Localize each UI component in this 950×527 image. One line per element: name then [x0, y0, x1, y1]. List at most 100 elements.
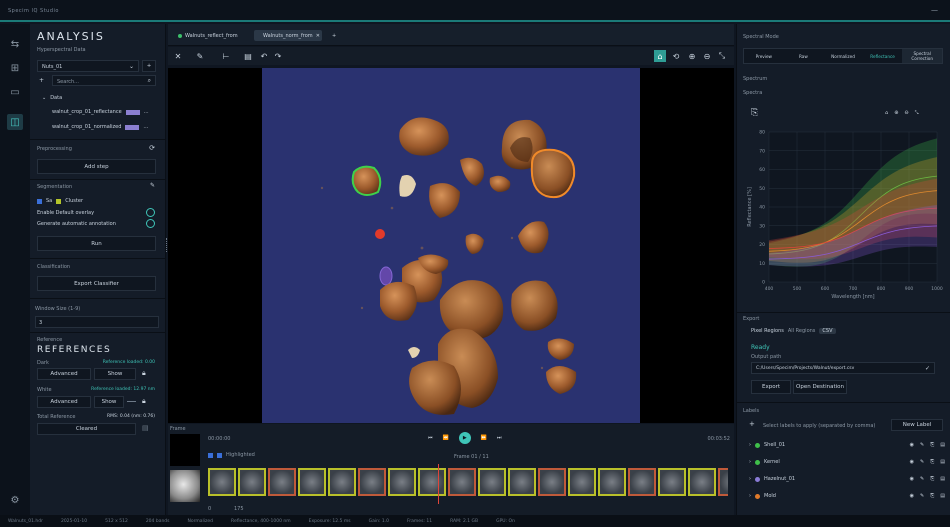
- open-destination-button[interactable]: Open Destination: [793, 380, 847, 394]
- zoom-in-icon[interactable]: ⊕: [686, 50, 698, 62]
- frame-thumbnail[interactable]: [298, 468, 326, 496]
- frame-thumbnail[interactable]: [658, 468, 686, 496]
- output-path-input[interactable]: C:/Users/Specim/Projects/Walnut/export.c…: [751, 362, 935, 374]
- frame-thumbnail[interactable]: [418, 468, 446, 496]
- grid-icon[interactable]: ⊞: [7, 60, 23, 76]
- export-classifier-button[interactable]: Export Classifier: [37, 276, 156, 291]
- frame-thumbnail[interactable]: [448, 468, 476, 496]
- label-row[interactable]: › Hazelnut_01 ◉ ✎ ⎘ ▤: [749, 476, 945, 482]
- undo-icon[interactable]: ↶: [258, 50, 270, 62]
- frame-thumbnail[interactable]: [628, 468, 656, 496]
- lock-icon[interactable]: 🔒︎: [142, 369, 146, 378]
- frame-thumbnail[interactable]: [358, 468, 386, 496]
- label-row[interactable]: › Shell_01 ◉ ✎ ⎘ ▤: [749, 442, 945, 448]
- tree-item[interactable]: walnut_crop_01_normalized…: [52, 124, 156, 130]
- fit-icon[interactable]: ⤡: [915, 110, 919, 116]
- search-input[interactable]: Search... ⌕: [52, 75, 156, 86]
- more-icon[interactable]: …: [143, 124, 148, 130]
- play-icon[interactable]: ▶: [458, 432, 471, 444]
- cursor-icon[interactable]: ✕: [172, 50, 184, 62]
- label-row[interactable]: › Kernel ◉ ✎ ⎘ ▤: [749, 459, 945, 465]
- close-icon[interactable]: ✕: [316, 33, 320, 39]
- settings-icon[interactable]: ⚙: [7, 492, 23, 508]
- toggle-on[interactable]: [146, 219, 155, 228]
- plus-icon[interactable]: +: [39, 77, 44, 84]
- show-button[interactable]: Show: [94, 368, 136, 380]
- tab-reflect[interactable]: Walnuts_reflect_from: [172, 30, 244, 41]
- analysis-icon[interactable]: ◫: [7, 114, 23, 130]
- redo-icon[interactable]: ↷: [272, 50, 284, 62]
- video-icon[interactable]: ▭: [7, 84, 23, 100]
- thumbnail-strip[interactable]: [208, 468, 728, 502]
- eye-icon[interactable]: ◉: [910, 476, 914, 482]
- cleared-button[interactable]: Cleared: [37, 423, 136, 435]
- pen-icon[interactable]: ✎: [194, 50, 206, 62]
- mode-tab[interactable]: Preview: [744, 49, 784, 63]
- more-icon[interactable]: …: [144, 109, 149, 115]
- step-back-icon[interactable]: ⏪: [443, 435, 449, 441]
- home-icon[interactable]: ⌂: [885, 110, 888, 116]
- delete-icon[interactable]: ▤: [940, 459, 945, 465]
- pencil-icon[interactable]: ✎: [920, 476, 924, 482]
- trash-icon[interactable]: ▤: [242, 50, 254, 62]
- frame-thumbnail[interactable]: [328, 468, 356, 496]
- expand-icon[interactable]: ›: [749, 442, 751, 448]
- delete-icon[interactable]: ▤: [142, 424, 149, 432]
- mode-tab[interactable]: Reflectance: [863, 49, 903, 63]
- frame-thumbnail[interactable]: [268, 468, 296, 496]
- expand-icon[interactable]: ›: [749, 476, 751, 482]
- pencil-icon[interactable]: ✎: [920, 459, 924, 465]
- duplicate-icon[interactable]: ⎘: [930, 493, 934, 499]
- export-icon[interactable]: ⎘: [751, 108, 758, 118]
- frame-thumbnail[interactable]: [568, 468, 596, 496]
- rotate-icon[interactable]: ⟲: [670, 50, 682, 62]
- minimize-icon[interactable]: —: [931, 6, 938, 14]
- new-tab-button[interactable]: +: [326, 30, 342, 41]
- hyperspectral-image[interactable]: [262, 68, 640, 423]
- frame-thumbnail[interactable]: [688, 468, 716, 496]
- advanced-button[interactable]: Advanced: [37, 396, 91, 408]
- label-row[interactable]: › Mold ◉ ✎ ⎘ ▤: [749, 493, 945, 499]
- frame-thumbnail[interactable]: [508, 468, 536, 496]
- frame-thumbnail[interactable]: [538, 468, 566, 496]
- resize-handle[interactable]: [166, 238, 169, 252]
- frame-thumbnail[interactable]: [598, 468, 626, 496]
- dataset-select[interactable]: Nuts_01 ⌄: [37, 60, 139, 72]
- tree-item[interactable]: walnut_crop_01_reflectance…: [52, 109, 156, 115]
- link-icon[interactable]: ⇆: [7, 36, 23, 52]
- add-dataset-button[interactable]: +: [142, 60, 156, 72]
- blue-chip[interactable]: [37, 198, 42, 204]
- image-viewport[interactable]: [166, 68, 734, 423]
- zoom-out-icon[interactable]: ⊖: [904, 110, 908, 116]
- toggle-on[interactable]: [146, 208, 155, 217]
- yellow-chip[interactable]: [56, 198, 62, 204]
- eye-icon[interactable]: ◉: [910, 493, 914, 499]
- frame-thumbnail[interactable]: [388, 468, 416, 496]
- eye-icon[interactable]: ◉: [910, 459, 914, 465]
- new-label-button[interactable]: New Label: [891, 419, 943, 431]
- skip-back-icon[interactable]: ⏮: [428, 435, 433, 441]
- pencil-icon[interactable]: ✎: [150, 182, 155, 189]
- playhead[interactable]: [438, 464, 439, 504]
- delete-icon[interactable]: ▤: [940, 442, 945, 448]
- refresh-icon[interactable]: ⟳: [149, 144, 155, 152]
- lock-icon[interactable]: 🔒︎: [142, 397, 146, 406]
- spectrum-chart[interactable]: 80 70 60 50 40 30 20 10 0400 500 600 700 800 900 1000 R…: [743, 124, 945, 306]
- duplicate-icon[interactable]: ⎘: [930, 476, 934, 482]
- frame-thumbnail[interactable]: [238, 468, 266, 496]
- delete-icon[interactable]: ▤: [940, 493, 945, 499]
- show-button[interactable]: Show: [94, 396, 124, 408]
- file-tag[interactable]: CSV: [819, 328, 836, 334]
- export-button[interactable]: Export: [751, 380, 791, 394]
- plus-icon[interactable]: +: [749, 420, 755, 428]
- zoom-in-icon[interactable]: ⊕: [894, 110, 898, 116]
- mode-tab[interactable]: Normalized: [823, 49, 863, 63]
- fit-icon[interactable]: ⤡: [716, 50, 728, 62]
- mode-tab[interactable]: Raw: [784, 49, 824, 63]
- frame-thumbnail[interactable]: [208, 468, 236, 496]
- add-step-button[interactable]: Add step: [37, 159, 156, 174]
- delete-icon[interactable]: ▤: [940, 476, 945, 482]
- eye-icon[interactable]: ◉: [910, 442, 914, 448]
- skip-forward-icon[interactable]: ⏭: [497, 435, 502, 441]
- pencil-icon[interactable]: ✎: [920, 493, 924, 499]
